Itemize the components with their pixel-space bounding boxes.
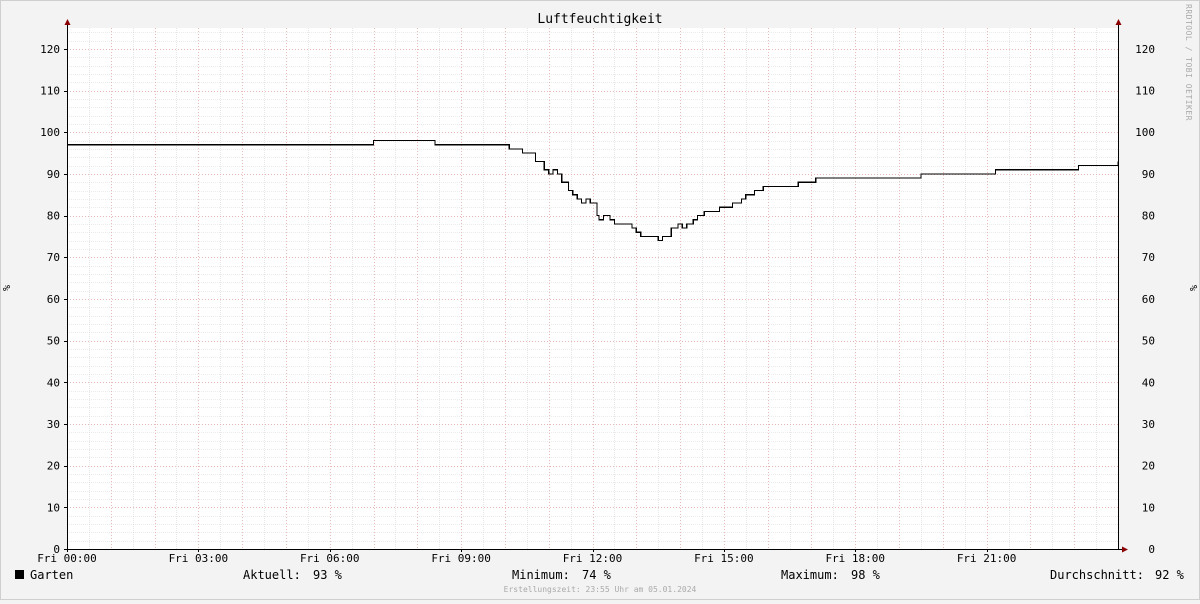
stat-min-label: Minimum:: [512, 568, 570, 582]
x-tick-label: Fri 18:00: [825, 552, 885, 565]
stat-max-label: Maximum:: [781, 568, 839, 582]
legend: Garten Aktuell: 93 % Minimum: 74 % Maxim…: [0, 566, 1200, 584]
y-tick-label-right: 30: [1142, 418, 1155, 431]
y-tick-label-left: 110: [40, 85, 60, 98]
y-tick-label-right: 20: [1142, 460, 1155, 473]
y-axis-label-left: %: [2, 285, 13, 291]
y-tick-label-left: 40: [47, 376, 60, 389]
stat-current-label: Aktuell:: [243, 568, 301, 582]
y-tick-label-right: 60: [1142, 293, 1155, 306]
stat-current-value: 93 %: [313, 568, 342, 582]
y-tick-label-left: 70: [47, 251, 60, 264]
x-tick-label: Fri 12:00: [563, 552, 623, 565]
legend-series-name: Garten: [30, 568, 74, 582]
y-tick-label-right: 110: [1135, 85, 1155, 98]
x-tick-label: Fri 21:00: [957, 552, 1017, 565]
rrdtool-watermark: RRDTOOL / TOBI OETIKER: [1184, 4, 1193, 121]
y-tick-label-right: 10: [1142, 501, 1155, 514]
creation-time: Erstellungszeit: 23:55 Uhr am 05.01.2024: [503, 585, 697, 594]
y-tick-label-left: 10: [47, 501, 60, 514]
x-tick-label: Fri 09:00: [431, 552, 491, 565]
y-tick-label-left: 80: [47, 210, 60, 223]
chart: 0 0 10 10 20 20 30 30 40 40 50 50 60 60 70 70 80 80 90 90 10…: [0, 0, 1200, 600]
y-tick-label-right: 40: [1142, 376, 1155, 389]
plot-area: [67, 28, 1118, 549]
legend-swatch-garten: [15, 570, 24, 579]
y-tick-label-right: 50: [1142, 335, 1155, 348]
chart-title: Luftfeuchtigkeit: [537, 12, 662, 27]
stat-max-value: 98 %: [851, 568, 880, 582]
stat-avg-label: Durchschnitt:: [1050, 568, 1144, 582]
x-tick-label: Fri 03:00: [169, 552, 229, 565]
y-tick-label-left: 30: [47, 418, 60, 431]
y-tick-label-left: 120: [40, 43, 60, 56]
chart-svg: 0 010 1020 2030 3040 4050 5060 6070 7080 8090 9010…: [0, 0, 1200, 600]
stat-min-value: 74 %: [582, 568, 611, 582]
x-tick-label: Fri 15:00: [694, 552, 754, 565]
stat-avg-value: 92 %: [1155, 568, 1184, 582]
y-tick-label-left: 100: [40, 126, 60, 139]
y-tick-label-right: 120: [1135, 43, 1155, 56]
y-tick-label-left: 60: [47, 293, 60, 306]
y-axis-label-right: %: [1187, 285, 1198, 291]
y-tick-label-right: 100: [1135, 126, 1155, 139]
y-tick-label-left: 50: [47, 335, 60, 348]
y-tick-label-right: 80: [1142, 210, 1155, 223]
y-tick-label-left: 20: [47, 460, 60, 473]
y-tick-label-right: 70: [1142, 251, 1155, 264]
y-tick-label-left: 90: [47, 168, 60, 181]
y-tick-label-right: 0: [1148, 543, 1155, 556]
x-tick-label: Fri 06:00: [300, 552, 360, 565]
x-tick-label: Fri 00:00: [37, 552, 97, 565]
y-tick-label-right: 90: [1142, 168, 1155, 181]
